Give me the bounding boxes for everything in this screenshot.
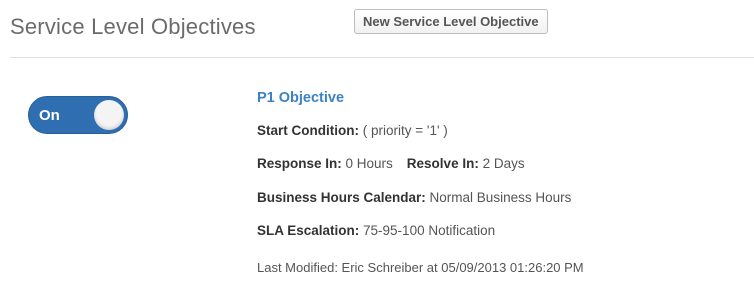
start-condition-label: Start Condition: — [257, 123, 359, 138]
header-divider — [10, 57, 754, 58]
last-modified-text: Last Modified: Eric Schreiber at 05/09/2… — [257, 260, 584, 275]
calendar-row: Business Hours Calendar: Normal Business… — [257, 190, 571, 205]
timing-row: Response In: 0 Hours Resolve In: 2 Days — [257, 156, 525, 171]
calendar-label: Business Hours Calendar: — [257, 190, 426, 205]
slo-enabled-toggle[interactable]: On — [28, 96, 128, 134]
response-label: Response In: — [257, 156, 342, 171]
calendar-value: Normal Business Hours — [425, 190, 572, 205]
response-value: 0 Hours — [341, 156, 393, 171]
resolve-label: Resolve In: — [406, 156, 479, 171]
escalation-row: SLA Escalation: 75-95-100 Notification — [257, 223, 495, 238]
start-condition-value: ( priority = '1' ) — [358, 123, 448, 138]
start-condition-row: Start Condition: ( priority = '1' ) — [257, 123, 448, 138]
page-title: Service Level Objectives — [10, 14, 256, 39]
new-slo-button[interactable]: New Service Level Objective — [354, 9, 548, 34]
toggle-label: On — [39, 107, 60, 124]
objective-name-link[interactable]: P1 Objective — [257, 90, 344, 106]
toggle-knob[interactable] — [94, 100, 124, 130]
escalation-label: SLA Escalation: — [257, 223, 360, 238]
resolve-value: 2 Days — [478, 156, 525, 171]
sla-page: Service Level Objectives New Service Lev… — [0, 0, 754, 290]
escalation-value: 75-95-100 Notification — [359, 223, 496, 238]
